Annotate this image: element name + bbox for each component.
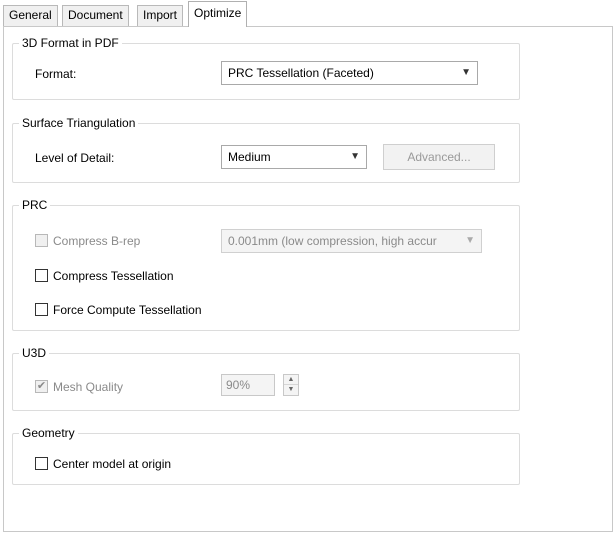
tab-optimize[interactable]: Optimize xyxy=(188,1,248,27)
advanced-button[interactable]: Advanced... xyxy=(383,144,495,170)
format-group-title: 3D Format in PDF xyxy=(19,35,122,51)
mesh-quality-input[interactable]: 90% xyxy=(221,374,275,396)
center-origin-checkbox[interactable] xyxy=(35,457,48,470)
optimize-dialog: General Document Import Optimize 3D Form… xyxy=(0,0,614,535)
format-label: Format: xyxy=(35,67,77,81)
geometry-group-title: Geometry xyxy=(19,425,78,441)
tab-document[interactable]: Document xyxy=(62,5,129,26)
surface-group-title: Surface Triangulation xyxy=(19,115,139,131)
arrow-down-icon[interactable]: ▼ xyxy=(284,385,298,395)
compress-brep-label: Compress B-rep xyxy=(53,234,141,248)
compress-brep-value: 0.001mm (low compression, high accur xyxy=(228,234,437,248)
force-compute-checkbox[interactable] xyxy=(35,303,48,316)
lod-dropdown[interactable]: Medium ▼ xyxy=(221,145,367,169)
chevron-down-icon: ▼ xyxy=(461,67,471,78)
lod-dropdown-value: Medium xyxy=(228,150,271,164)
format-group: 3D Format in PDF Format: PRC Tessellatio… xyxy=(12,35,520,100)
chevron-down-icon: ▼ xyxy=(350,151,360,162)
arrow-up-icon[interactable]: ▲ xyxy=(284,375,298,385)
compress-brep-dropdown[interactable]: 0.001mm (low compression, high accur ▼ xyxy=(221,229,482,253)
mesh-quality-spinner[interactable]: ▲ ▼ xyxy=(283,374,299,396)
u3d-group: U3D ✔ Mesh Quality 90% ▲ ▼ xyxy=(12,345,520,411)
chevron-down-icon: ▼ xyxy=(465,235,475,246)
center-origin-label: Center model at origin xyxy=(53,457,172,471)
lod-label: Level of Detail: xyxy=(35,151,115,165)
compress-tessellation-checkbox[interactable] xyxy=(35,269,48,282)
mesh-quality-label: Mesh Quality xyxy=(53,380,124,394)
format-dropdown-value: PRC Tessellation (Faceted) xyxy=(228,66,374,80)
checkmark-icon: ✔ xyxy=(36,380,47,392)
mesh-quality-checkbox[interactable]: ✔ xyxy=(35,380,48,393)
prc-group-title: PRC xyxy=(19,197,51,213)
tab-general[interactable]: General xyxy=(3,5,58,26)
prc-group: PRC Compress B-rep 0.001mm (low compress… xyxy=(12,197,520,331)
surface-group: Surface Triangulation Level of Detail: M… xyxy=(12,115,520,183)
force-compute-label: Force Compute Tessellation xyxy=(53,303,202,317)
u3d-group-title: U3D xyxy=(19,345,50,361)
tab-bar: General Document Import Optimize xyxy=(0,0,614,27)
format-dropdown[interactable]: PRC Tessellation (Faceted) ▼ xyxy=(221,61,478,85)
geometry-group: Geometry Center model at origin xyxy=(12,425,520,485)
compress-tessellation-label: Compress Tessellation xyxy=(53,269,174,283)
compress-brep-checkbox[interactable] xyxy=(35,234,48,247)
optimize-page: 3D Format in PDF Format: PRC Tessellatio… xyxy=(3,26,613,532)
tab-import[interactable]: Import xyxy=(137,5,184,26)
